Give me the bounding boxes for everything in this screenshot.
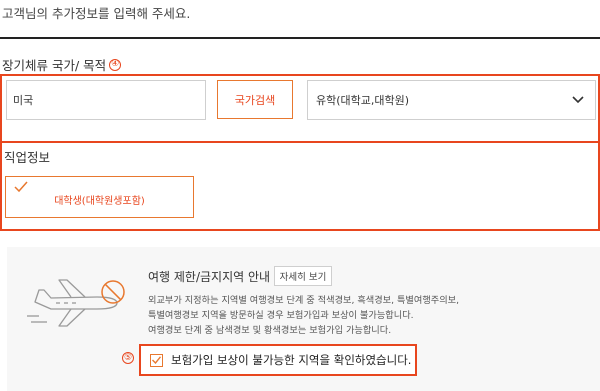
check-icon — [152, 356, 161, 364]
no-airplane-icon — [27, 279, 125, 327]
purpose-selected-value: 유학(대학교,대학원) — [316, 94, 410, 107]
travel-notice-body: 외교부가 지정하는 지역별 여행경보 단계 중 적색경보, 흑색경보, 특별여행… — [148, 293, 593, 338]
chevron-down-icon — [572, 96, 584, 104]
country-value: 미국 — [13, 94, 34, 107]
intro-text: 고객님의 추가정보를 입력해 주세요. — [2, 6, 191, 21]
notice-line: 외교부가 지정하는 지역별 여행경보 단계 중 적색경보, 흑색경보, 특별여행… — [148, 295, 460, 306]
purpose-select[interactable]: 유학(대학교,대학원) — [307, 80, 596, 120]
confirm-label: 보험가입 보상이 불가능한 지역을 확인하였습니다. — [171, 353, 412, 367]
country-field[interactable]: 미국 — [6, 80, 206, 120]
job-section-title: 직업정보 — [4, 150, 51, 165]
travel-notice-title: 여행 제한/금지지역 안내 — [148, 270, 271, 284]
confirm-restricted-area-checkbox[interactable]: 보험가입 보상이 불가능한 지역을 확인하였습니다. — [139, 344, 417, 376]
job-option-university-student[interactable]: 대학생(대학원생포함) — [5, 176, 194, 218]
job-option-label: 대학생(대학원생포함) — [54, 196, 145, 207]
notice-line: 여행경보 단계 중 남색경보 및 황색경보는 보험가입 가능합니다. — [148, 325, 392, 336]
step-4-badge: ④ — [109, 58, 122, 71]
stay-section-title: 장기체류 국가/ 목적 ④ — [2, 55, 122, 74]
checkbox[interactable] — [150, 353, 163, 367]
view-details-label: 자세히 보기 — [279, 272, 327, 283]
country-search-button[interactable]: 국가검색 — [217, 80, 293, 119]
notice-line: 특별여행경보 지역을 방문하실 경우 보험가입과 보상이 불가능합니다. — [148, 310, 414, 321]
divider — [0, 37, 600, 39]
stay-section-label: 장기체류 국가/ 목적 — [2, 58, 107, 73]
country-search-label: 국가검색 — [234, 93, 276, 107]
view-details-button[interactable]: 자세히 보기 — [274, 266, 332, 286]
step-5-badge: ⑤ — [122, 352, 134, 364]
